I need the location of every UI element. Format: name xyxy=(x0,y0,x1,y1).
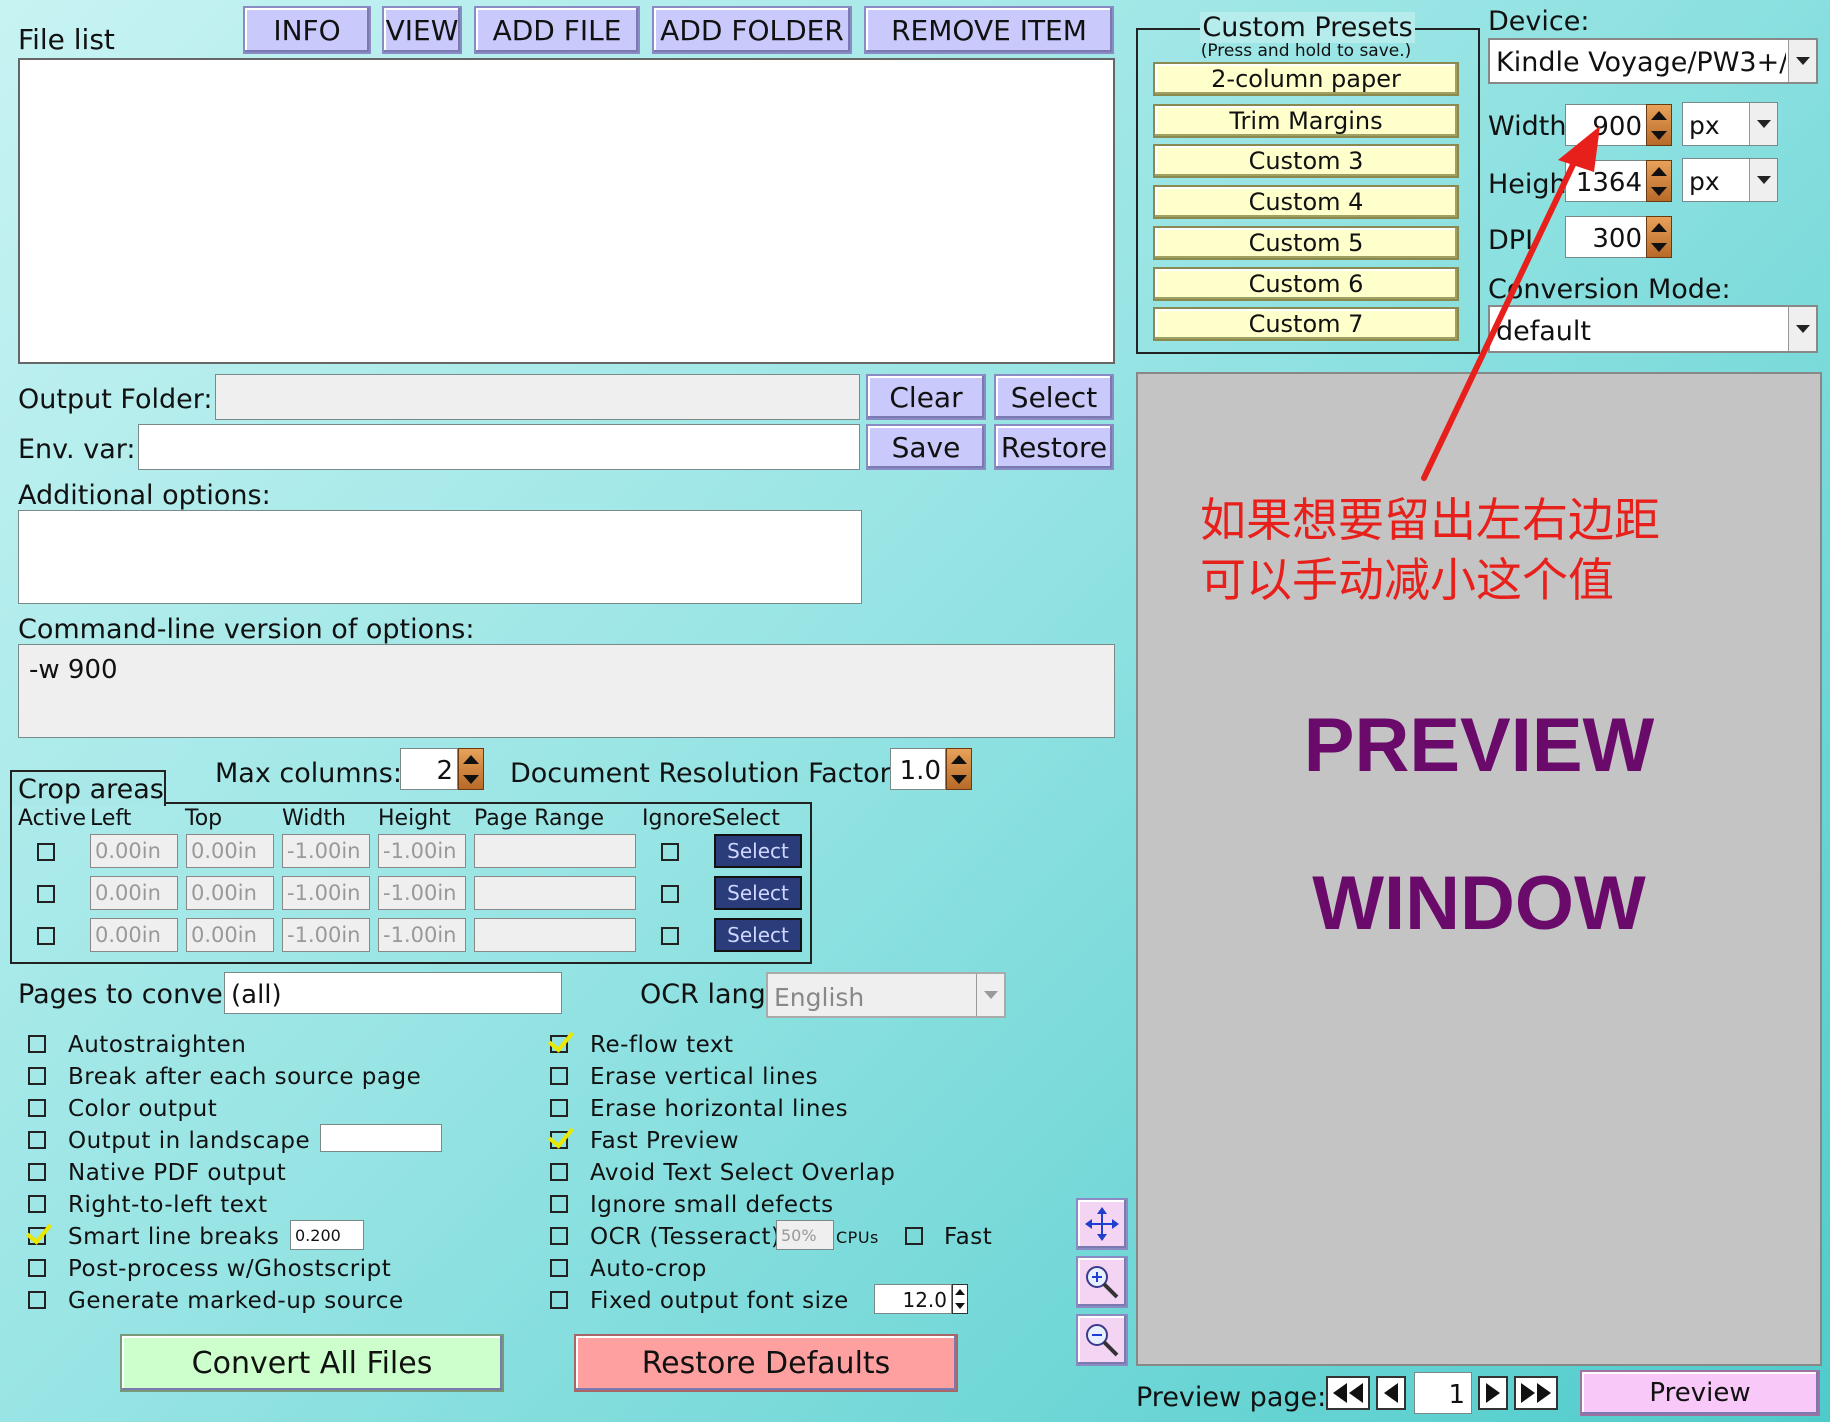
annotation-text-line1: 如果想要留出左右边距 xyxy=(1200,493,1660,547)
annotation-text-line2: 可以手动减小这个值 xyxy=(1200,553,1614,607)
annotation-arrow xyxy=(1421,126,1600,481)
